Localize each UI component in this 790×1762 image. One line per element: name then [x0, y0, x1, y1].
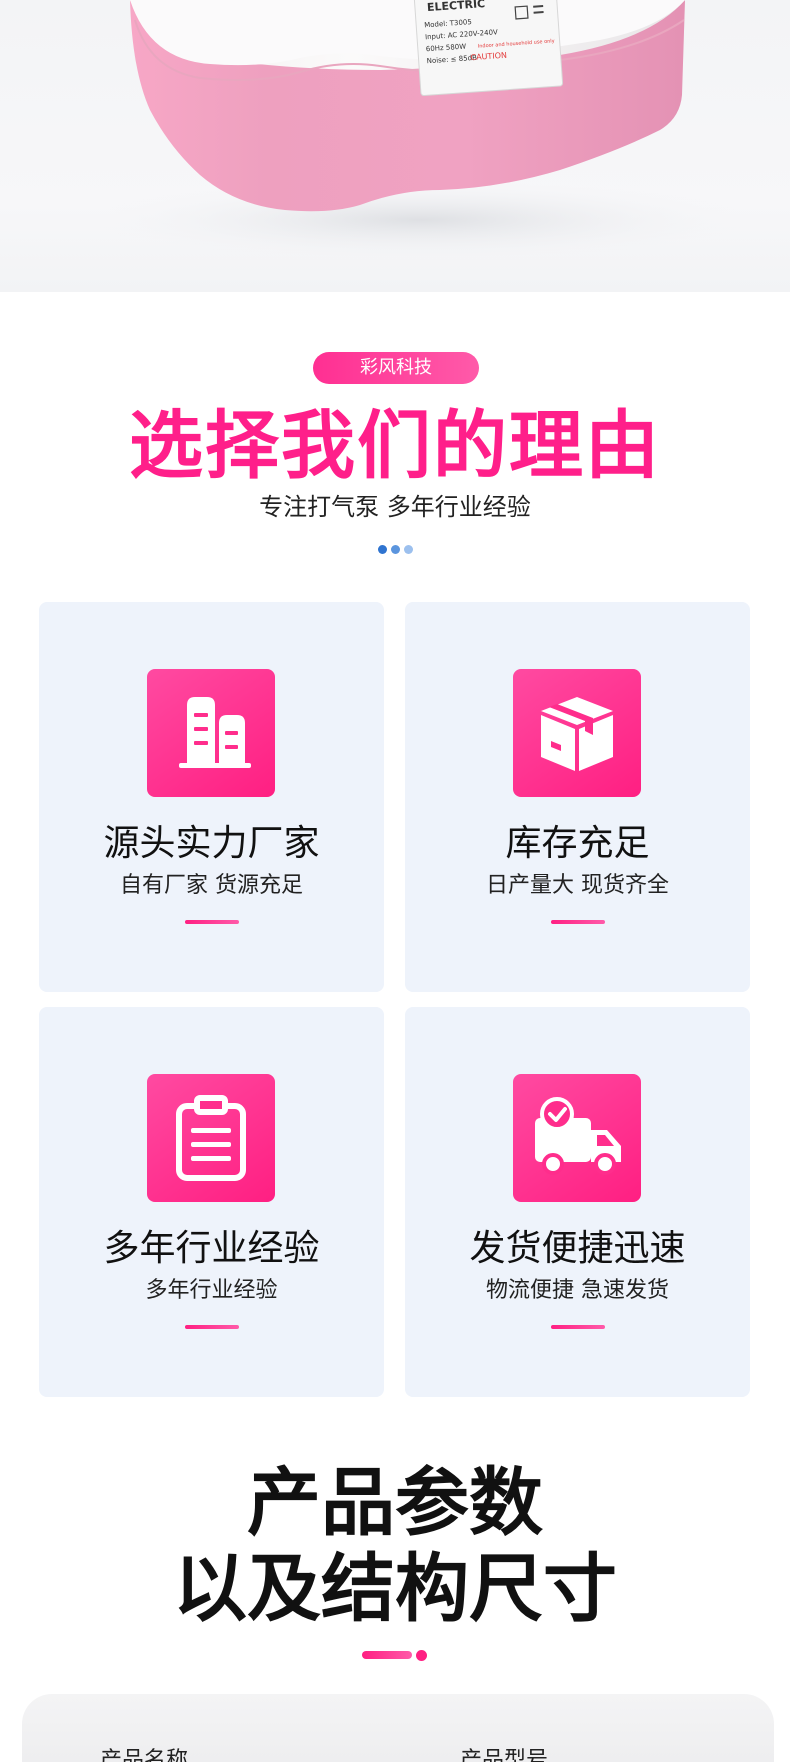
- carousel-dots: [378, 545, 414, 555]
- truck-icon-box: [513, 1074, 641, 1202]
- card-title: 库存充足: [505, 823, 650, 864]
- box-icon-box: [513, 669, 641, 797]
- air-pump-illustration: ELECTRIC Model: T3005 Input: AC 220V-240…: [90, 0, 750, 260]
- box-icon: [541, 697, 613, 771]
- dot: [391, 545, 400, 554]
- clipboard-icon-box: [147, 1074, 275, 1202]
- params-title: 产品参数 以及结构尺寸: [0, 1460, 790, 1632]
- params-title-line1: 产品参数: [247, 1460, 543, 1546]
- params-deco-bar: [362, 1651, 412, 1659]
- reason-card-experience: 多年行业经验 多年行业经验: [39, 1007, 384, 1397]
- card-underline: [185, 920, 239, 924]
- param-label-name: 产品名称: [100, 1748, 189, 1762]
- card-underline: [551, 1325, 605, 1329]
- reason-card-stock: 库存充足 日产量大 现货齐全: [405, 602, 750, 992]
- params-title-line2: 以及结构尺寸: [173, 1546, 617, 1632]
- card-subtitle: 多年行业经验: [145, 1278, 278, 1303]
- section-title: 选择我们的理由: [129, 403, 661, 489]
- reason-card-shipping: 发货便捷迅速 物流便捷 急速发货: [405, 1007, 750, 1397]
- building-icon-box: [147, 669, 275, 797]
- building-icon: [179, 697, 251, 768]
- dot: [378, 545, 387, 554]
- params-deco-dot: [416, 1650, 427, 1661]
- card-subtitle: 物流便捷 急速发货: [486, 1278, 669, 1303]
- card-subtitle: 自有厂家 货源充足: [120, 873, 303, 898]
- card-title: 源头实力厂家: [103, 823, 320, 864]
- dot: [404, 545, 413, 554]
- card-subtitle: 日产量大 现货齐全: [486, 873, 669, 898]
- card-title: 发货便捷迅速: [469, 1228, 686, 1269]
- section-subtitle: 专注打气泵 多年行业经验: [259, 493, 531, 521]
- card-title: 多年行业经验: [103, 1228, 320, 1269]
- reason-card-factory: 源头实力厂家 自有厂家 货源充足: [39, 602, 384, 992]
- truck-icon: [535, 1097, 621, 1175]
- card-underline: [551, 920, 605, 924]
- param-label-model: 产品型号: [460, 1748, 549, 1762]
- card-underline: [185, 1325, 239, 1329]
- brand-badge: 彩风科技: [313, 352, 479, 384]
- clipboard-icon: [176, 1095, 246, 1181]
- product-hero-image: ELECTRIC Model: T3005 Input: AC 220V-240…: [0, 0, 790, 292]
